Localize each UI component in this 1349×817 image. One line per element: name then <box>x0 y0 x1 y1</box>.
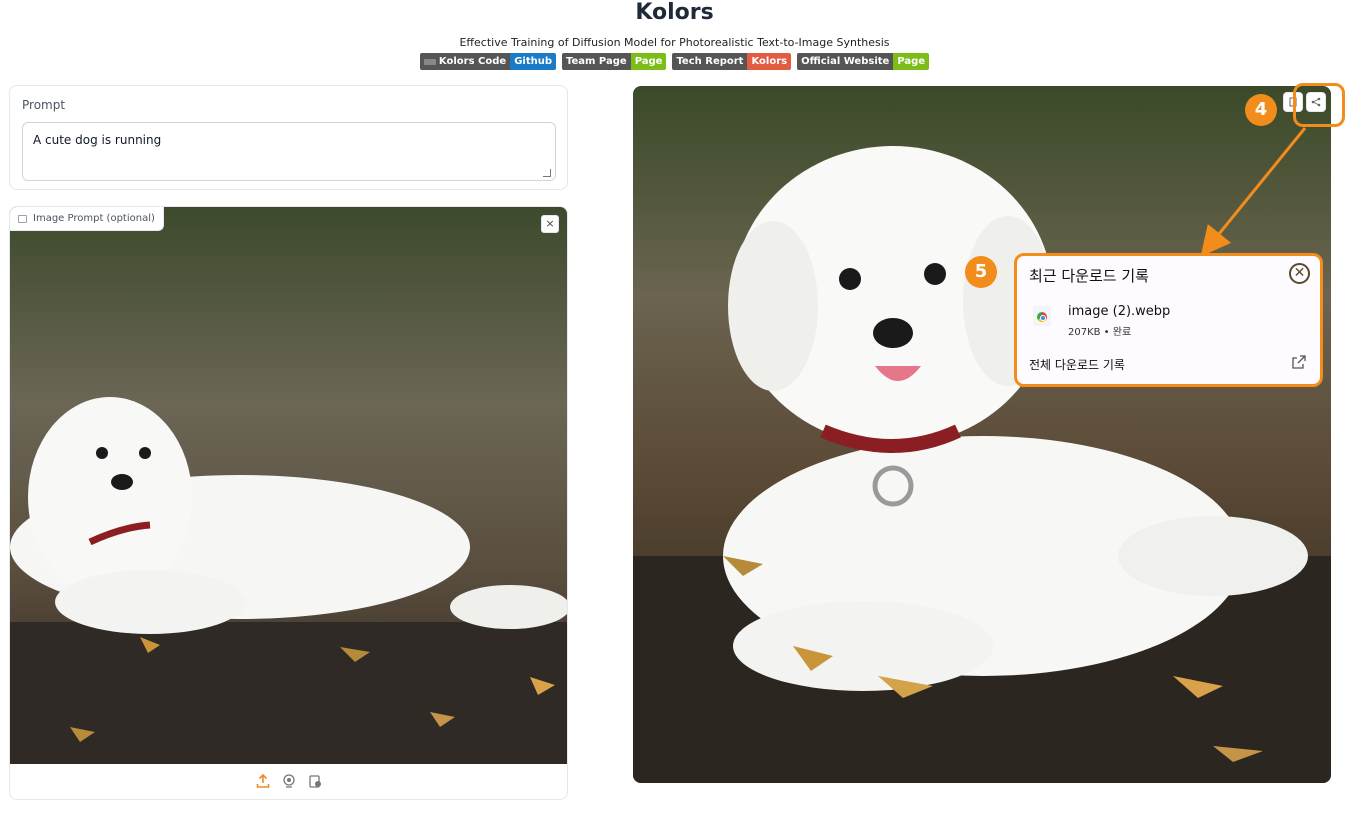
clear-image-button[interactable]: × <box>541 215 559 233</box>
download-file-name[interactable]: image (2).webp <box>1068 304 1170 319</box>
page-title: Kolors <box>635 0 714 25</box>
share-highlight <box>1293 83 1345 127</box>
open-external-icon[interactable] <box>1292 355 1306 369</box>
step-marker-5: 5 <box>965 256 997 288</box>
clipboard-icon[interactable] <box>307 773 323 789</box>
close-panel-button[interactable]: ✕ <box>1289 263 1310 284</box>
page: Kolors Effective Training of Diffusion M… <box>0 0 1349 817</box>
badge-right-label: Page <box>630 53 667 70</box>
badge-row: Kolors Code Github Team Page Page Tech R… <box>0 53 1349 70</box>
step-marker-4: 4 <box>1245 94 1277 126</box>
badge-right-label: Kolors <box>747 53 792 70</box>
badge-official-website[interactable]: Official Website Page <box>797 53 930 70</box>
recent-downloads-panel: 최근 다운로드 기록 ✕ image (2).webp 207KB • 완료 전… <box>1014 253 1323 387</box>
input-dog-image <box>10 207 567 764</box>
webcam-icon[interactable] <box>281 773 297 789</box>
badge-right-label: Github <box>510 53 556 70</box>
badge-left-label: Tech Report <box>672 53 748 70</box>
image-prompt-tag: Image Prompt (optional) <box>10 207 164 231</box>
prompt-textarea[interactable]: A cute dog is running <box>22 122 556 181</box>
badge-left-label: Team Page <box>562 53 631 70</box>
badge-left-label: Kolors Code <box>438 56 507 67</box>
image-prompt-label: Image Prompt (optional) <box>33 213 155 224</box>
prompt-text: A cute dog is running <box>33 133 162 147</box>
image-prompt-panel: Image Prompt (optional) × <box>9 206 568 800</box>
chrome-file-icon <box>1033 306 1051 326</box>
badge-tech-report[interactable]: Tech Report Kolors <box>672 53 792 70</box>
upload-icon[interactable] <box>255 773 271 789</box>
prompt-label: Prompt <box>22 98 66 112</box>
all-downloads-link[interactable]: 전체 다운로드 기록 <box>1029 356 1125 373</box>
page-subtitle: Effective Training of Diffusion Model fo… <box>459 36 890 49</box>
output-image-panel <box>633 86 1331 783</box>
badge-left-label: Official Website <box>797 53 894 70</box>
logo-icon <box>423 58 436 65</box>
image-icon <box>18 214 27 223</box>
prompt-panel: Prompt A cute dog is running <box>9 85 568 190</box>
resize-handle[interactable] <box>543 169 551 177</box>
download-file-meta: 207KB • 완료 <box>1068 327 1132 338</box>
badge-team-page[interactable]: Team Page Page <box>562 53 667 70</box>
badge-kolors-code[interactable]: Kolors Code Github <box>419 53 556 70</box>
downloads-panel-title: 최근 다운로드 기록 <box>1029 267 1149 285</box>
badge-right-label: Page <box>893 53 930 70</box>
image-toolbar <box>10 762 567 799</box>
output-dog-image <box>633 86 1331 783</box>
